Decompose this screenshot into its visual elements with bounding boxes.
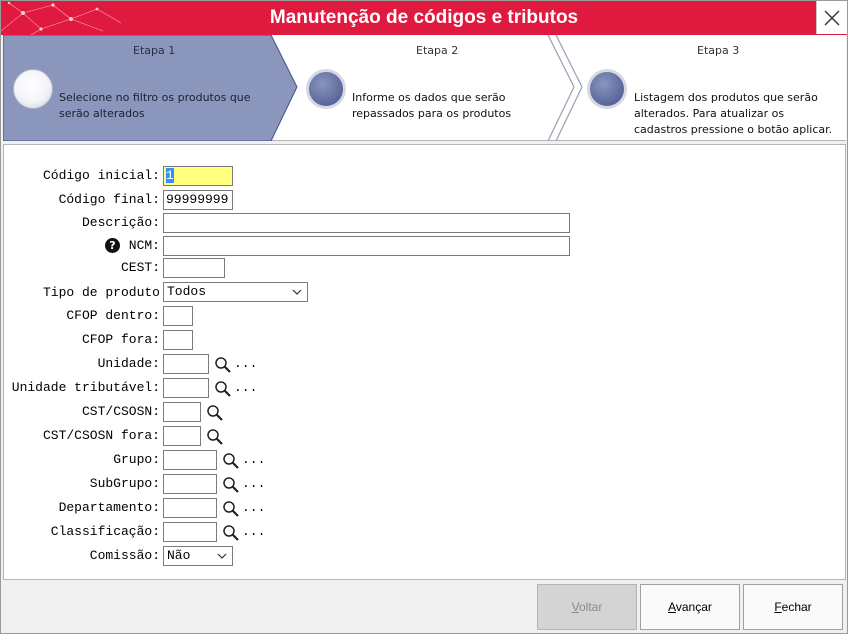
ncm-help-icon[interactable]: ? (105, 238, 120, 253)
comissao-select[interactable]: Não (163, 546, 233, 566)
tipo-produto-value: Todos (167, 284, 207, 299)
step-1-description: Selecione no filtro os produtos que serã… (59, 91, 251, 120)
codigo-inicial-input[interactable]: 1 (163, 166, 233, 186)
fechar-mnemonic: F (774, 600, 782, 614)
button-bar: Voltar Avançar Fechar (1, 581, 847, 633)
unidade-tributavel-input[interactable] (163, 378, 209, 398)
unidade-tributavel-label: Unidade tributável: (11, 380, 160, 395)
codigo-inicial-value: 1 (166, 168, 174, 183)
unidade-search-icon[interactable] (214, 356, 232, 374)
step-3-description: Listagem dos produtos que serão alterado… (634, 91, 833, 136)
chevron-down-icon (217, 553, 227, 559)
step-3-title: Etapa 3 (697, 44, 740, 57)
subgrupo-more-button[interactable]: ... (242, 474, 265, 494)
classificacao-label: Classificação: (50, 524, 160, 539)
cst-csosn-input[interactable] (163, 402, 201, 422)
tipo-produto-label: Tipo de produto (42, 285, 160, 300)
codigo-inicial-label: Código inicial: (42, 168, 160, 183)
cfop-dentro-input[interactable] (163, 306, 193, 326)
subgrupo-input[interactable] (163, 474, 217, 494)
step-2-title: Etapa 2 (416, 44, 459, 57)
cst-csosn-fora-label: CST/CSOSN fora: (42, 428, 160, 443)
grupo-search-icon[interactable] (222, 452, 240, 470)
grupo-more-button[interactable]: ... (242, 450, 265, 470)
step-2-description: Informe os dados que serão repassados pa… (352, 91, 512, 120)
voltar-mnemonic: V (571, 600, 579, 614)
voltar-label: oltar (579, 600, 603, 614)
departamento-search-icon[interactable] (222, 500, 240, 518)
grupo-input[interactable] (163, 450, 217, 470)
unidade-input[interactable] (163, 354, 209, 374)
descricao-input[interactable] (163, 213, 570, 233)
subgrupo-label: SubGrupo: (89, 476, 160, 491)
avancar-button[interactable]: Avançar (640, 584, 740, 630)
cst-csosn-fora-search-icon[interactable] (206, 428, 224, 446)
unidade-more-button[interactable]: ... (234, 354, 257, 374)
ncm-label: NCM: (128, 238, 160, 253)
maintenance-window: Manutenção de códigos e tributos Etapa 1… (0, 0, 848, 634)
ncm-input[interactable] (163, 236, 570, 256)
step-3-indicator (587, 69, 627, 109)
classificacao-input[interactable] (163, 522, 217, 542)
grupo-label: Grupo: (113, 452, 160, 467)
classificacao-search-icon[interactable] (222, 524, 240, 542)
filter-form: Código inicial: 1 Código final: 99999999… (3, 144, 846, 580)
close-button[interactable] (816, 1, 847, 34)
avancar-mnemonic: A (668, 600, 676, 614)
fechar-label: echar (781, 600, 812, 614)
step-1-indicator (13, 69, 53, 109)
cst-csosn-label: CST/CSOSN: (81, 404, 160, 419)
unidade-tributavel-more-button[interactable]: ... (234, 378, 257, 398)
wizard-steps: Etapa 1 Selecione no filtro os produtos … (3, 35, 846, 141)
cest-label: CEST: (120, 260, 160, 275)
step-1-title: Etapa 1 (133, 44, 176, 57)
close-icon (824, 10, 840, 25)
cfop-dentro-label: CFOP dentro: (66, 308, 160, 323)
departamento-label: Departamento: (58, 500, 160, 515)
cest-input[interactable] (163, 258, 225, 278)
departamento-input[interactable] (163, 498, 217, 518)
tipo-produto-select[interactable]: Todos (163, 282, 308, 302)
codigo-final-label: Código final: (58, 192, 160, 207)
avancar-label: vançar (675, 600, 712, 614)
subgrupo-search-icon[interactable] (222, 476, 240, 494)
departamento-more-button[interactable]: ... (242, 498, 265, 518)
cfop-fora-label: CFOP fora: (81, 332, 160, 347)
codigo-final-input[interactable]: 99999999 (163, 190, 233, 210)
classificacao-more-button[interactable]: ... (242, 522, 265, 542)
fechar-button[interactable]: Fechar (743, 584, 843, 630)
descricao-label: Descrição: (81, 215, 160, 230)
unidade-label: Unidade: (97, 356, 160, 371)
unidade-tributavel-search-icon[interactable] (214, 380, 232, 398)
chevron-down-icon (292, 289, 302, 295)
cst-csosn-search-icon[interactable] (206, 404, 224, 422)
title-bar: Manutenção de códigos e tributos (1, 1, 847, 35)
voltar-button[interactable]: Voltar (537, 584, 637, 630)
window-title: Manutenção de códigos e tributos (269, 7, 579, 28)
comissao-value: Não (167, 548, 191, 563)
cfop-fora-input[interactable] (163, 330, 193, 350)
step-2-indicator (306, 69, 346, 109)
comissao-label: Comissão: (89, 548, 160, 563)
cst-csosn-fora-input[interactable] (163, 426, 201, 446)
